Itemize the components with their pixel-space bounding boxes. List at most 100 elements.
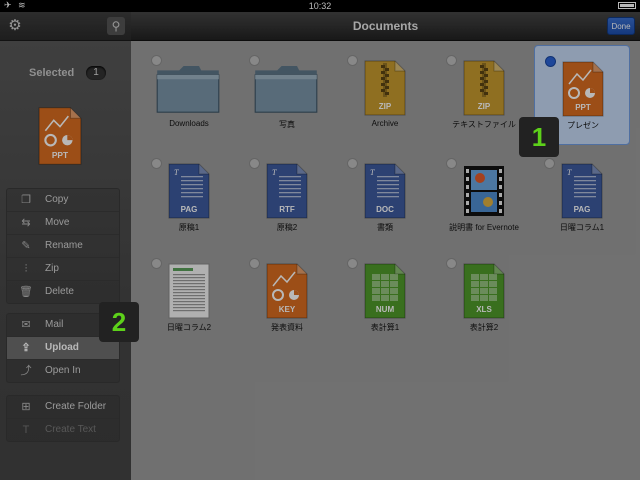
checkbox[interactable] <box>446 55 457 66</box>
checkbox[interactable] <box>446 158 457 169</box>
blue-file-icon: T PAG <box>167 162 211 225</box>
file-name: 表計算1 <box>370 323 400 332</box>
action-label: Delete <box>45 286 74 297</box>
step-badge-2: 2 <box>99 302 139 342</box>
file-name: 書類 <box>377 223 393 232</box>
orange-file-icon: PPT <box>561 60 605 123</box>
checkbox[interactable] <box>151 258 162 269</box>
svg-text:KEY: KEY <box>279 305 296 314</box>
action-create-text: T Create Text <box>7 419 119 441</box>
file-tile[interactable]: T PAG 原稿1 <box>141 148 237 248</box>
checkbox[interactable] <box>151 158 162 169</box>
file-tile[interactable]: T RTF 原稿2 <box>239 148 335 248</box>
action-label: Mail <box>45 319 64 330</box>
action-rename[interactable]: ✎ Rename <box>7 235 119 258</box>
action-group-3: ⊞ Create Folder T Create Text <box>6 395 120 442</box>
svg-text:T: T <box>567 168 572 177</box>
checkbox-checked[interactable] <box>545 56 556 67</box>
search-icon[interactable]: ⚲ <box>107 17 125 35</box>
file-tile[interactable]: NUM 表計算1 <box>337 248 433 348</box>
file-tile[interactable]: 日曜コラム2 <box>141 248 237 348</box>
checkbox[interactable] <box>446 258 457 269</box>
svg-text:DOC: DOC <box>376 205 394 214</box>
action-label: Copy <box>45 194 69 205</box>
svg-text:ZIP: ZIP <box>379 102 392 111</box>
create-folder-icon: ⊞ <box>21 401 31 413</box>
file-tile[interactable]: T PAG 日曜コラム1 <box>534 148 630 248</box>
file-name: 日曜コラム2 <box>166 323 212 332</box>
file-name: 発表資料 <box>271 323 303 332</box>
checkbox[interactable] <box>249 158 260 169</box>
action-move[interactable]: ⇆ Move <box>7 212 119 235</box>
svg-text:ZIP: ZIP <box>478 102 491 111</box>
action-copy[interactable]: ❐ Copy <box>7 189 119 212</box>
svg-text:T: T <box>272 168 277 177</box>
selected-count-badge: 1 <box>86 66 106 80</box>
checkbox[interactable] <box>347 158 358 169</box>
file-name: 日曜コラム1 <box>559 223 605 232</box>
green-file-icon: XLS <box>462 262 506 325</box>
action-zip[interactable]: ⫶ Zip <box>7 258 119 281</box>
blue-file-icon: T PAG <box>560 162 604 225</box>
file-tile[interactable]: Downloads <box>141 45 237 145</box>
checkbox[interactable] <box>544 158 555 169</box>
svg-text:NUM: NUM <box>376 305 395 314</box>
rename-icon: ✎ <box>21 240 31 252</box>
action-label: Upload <box>45 342 79 353</box>
action-label: Open In <box>45 365 81 376</box>
status-bar: ✈ ≋ 10:32 <box>0 0 640 12</box>
svg-text:PAG: PAG <box>574 205 591 214</box>
folder-icon <box>155 61 221 120</box>
action-label: Create Folder <box>45 401 107 412</box>
create-text-icon: T <box>22 424 30 436</box>
svg-text:RTF: RTF <box>279 205 295 214</box>
mail-icon: ✉ <box>21 319 31 331</box>
file-tile[interactable]: T DOC 書類 <box>337 148 433 248</box>
action-create-folder[interactable]: ⊞ Create Folder <box>7 396 119 419</box>
battery-icon <box>618 2 636 9</box>
zip-icon: ⫶ <box>24 263 28 275</box>
file-tile[interactable]: ZIP Archive <box>337 45 433 145</box>
checkbox[interactable] <box>347 258 358 269</box>
file-name: 原稿2 <box>276 223 298 232</box>
file-name: 写真 <box>279 120 295 129</box>
done-button[interactable]: Done <box>607 17 635 35</box>
zip-file-icon: ZIP <box>462 59 506 122</box>
gear-icon[interactable]: ⚙ <box>6 17 24 35</box>
nav-bar: Documents Done <box>131 12 640 41</box>
file-name: Downloads <box>169 119 209 128</box>
file-name: Archive <box>371 119 399 128</box>
orange-file-icon: KEY <box>265 262 309 325</box>
action-label: Rename <box>45 240 83 251</box>
svg-text:PPT: PPT <box>575 103 591 112</box>
sidebar-toolbar: ⚙ ⚲ <box>0 12 131 41</box>
copy-icon: ❐ <box>21 194 31 206</box>
svg-text:PPT: PPT <box>52 150 69 160</box>
green-file-icon: NUM <box>363 262 407 325</box>
folder-icon <box>253 61 319 120</box>
svg-text:T: T <box>370 168 375 177</box>
upload-icon: ⇪ <box>21 342 31 354</box>
page-file-icon <box>167 262 211 325</box>
file-tile[interactable]: 説明書 for Evernote <box>436 148 532 248</box>
svg-text:T: T <box>174 168 179 177</box>
step-badge-1: 1 <box>519 117 559 157</box>
file-name: 説明書 for Evernote <box>449 223 519 232</box>
action-group-1: ❐ Copy ⇆ Move ✎ Rename ⫶ Zip 🗑 Delete <box>6 188 120 304</box>
file-tile[interactable]: KEY 発表資料 <box>239 248 335 348</box>
svg-text:PAG: PAG <box>181 205 198 214</box>
file-tile[interactable]: ZIP テキストファイル <box>436 45 532 145</box>
file-tile[interactable]: XLS 表計算2 <box>436 248 532 348</box>
blue-file-icon: T DOC <box>363 162 407 225</box>
checkbox[interactable] <box>249 258 260 269</box>
checkbox[interactable] <box>347 55 358 66</box>
action-open-in[interactable]: ⤴ Open In <box>7 360 119 382</box>
action-label: Zip <box>45 263 59 274</box>
file-tile[interactable]: 写真 <box>239 45 335 145</box>
selected-file-preview: PPT <box>37 98 83 179</box>
action-label: Move <box>45 217 70 228</box>
action-delete[interactable]: 🗑 Delete <box>7 281 119 303</box>
trash-icon: 🗑 <box>19 286 33 298</box>
open-in-icon: ⤴ <box>20 365 32 377</box>
sidebar: ⚙ ⚲ Selected 1 PPT ❐ Copy ⇆ Move ✎ Rename ⫶ Zip… <box>0 12 131 480</box>
